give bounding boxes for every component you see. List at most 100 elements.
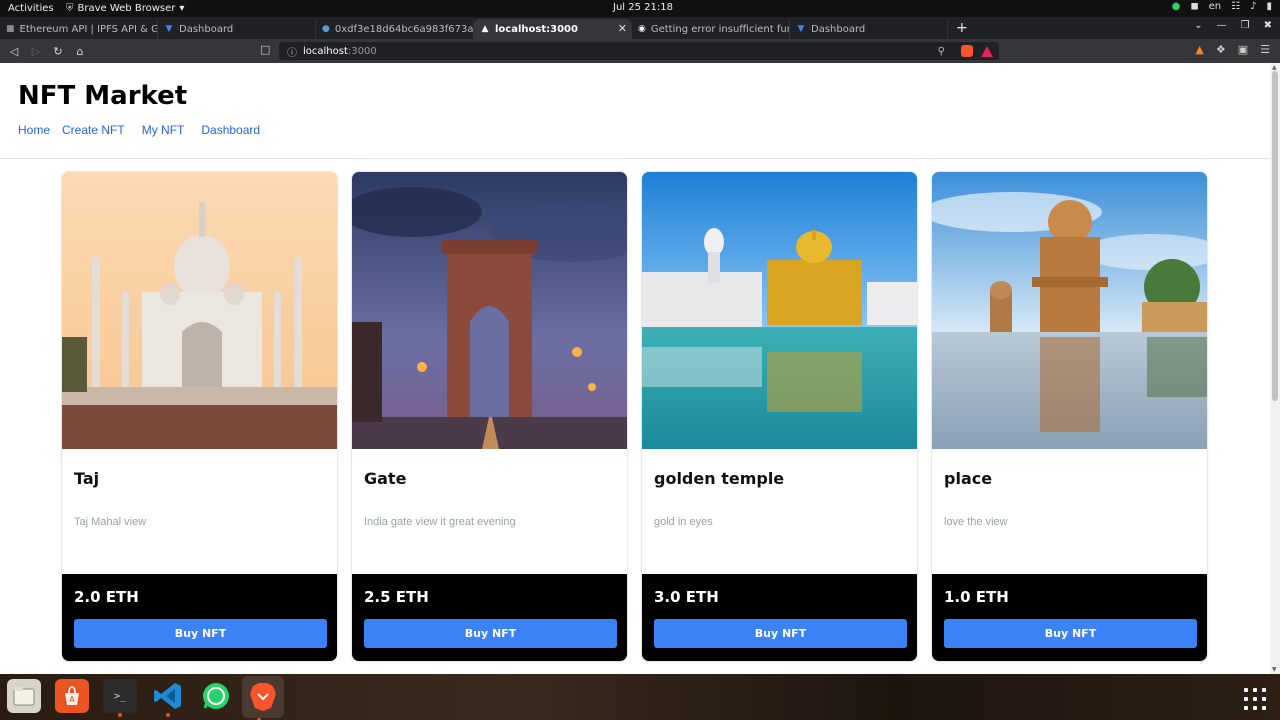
tab-label: localhost:3000 xyxy=(495,23,578,35)
site-info-icon[interactable]: ⓘ xyxy=(287,44,297,59)
files-app-icon[interactable] xyxy=(7,679,41,713)
nft-footer: 1.0 ETH Buy NFT xyxy=(932,574,1207,661)
nft-description: Taj Mahal view xyxy=(74,516,147,528)
nav-link-create-nft[interactable]: Create NFT xyxy=(62,123,125,137)
browser-tab[interactable]: ▼ Dashboard xyxy=(158,19,316,39)
metamask-icon[interactable]: ▲ xyxy=(1195,43,1203,56)
tab-label: Getting error insufficient fun xyxy=(650,23,790,35)
nft-name: Taj xyxy=(74,469,100,488)
network-icon[interactable]: ☷ xyxy=(1231,1,1240,12)
etherscan-favicon-icon: ● xyxy=(322,24,330,34)
ubuntu-dock: A >_ xyxy=(0,674,1280,720)
brave-browser-icon[interactable] xyxy=(242,676,284,720)
buy-nft-button[interactable]: Buy NFT xyxy=(364,619,617,648)
brave-lion-icon: ⛨ xyxy=(66,3,74,14)
nft-image-golden-temple xyxy=(642,172,917,449)
shield-tray-icon[interactable]: ◼ xyxy=(1190,1,1198,12)
whatsapp-icon[interactable] xyxy=(199,679,233,713)
nft-price: 3.0 ETH xyxy=(654,588,719,606)
scroll-up-arrow-icon[interactable]: ▲ xyxy=(1272,64,1277,71)
battery-icon[interactable]: ▮ xyxy=(1266,1,1272,12)
extensions-area: ▲ ❖ ▣ ☰ xyxy=(1195,43,1270,56)
nft-description: India gate view it great evening xyxy=(364,516,516,528)
site-title: NFT Market xyxy=(18,81,188,111)
running-indicator xyxy=(166,713,170,717)
nft-card: golden temple gold in eyes 3.0 ETH Buy N… xyxy=(641,171,918,662)
running-indicator xyxy=(118,713,122,717)
brave-rewards-icon[interactable] xyxy=(981,45,993,57)
nav-link-home[interactable]: Home xyxy=(18,123,50,137)
home-icon[interactable]: ⌂ xyxy=(69,45,91,58)
wallet-icon[interactable]: ▣ xyxy=(1238,43,1248,56)
nft-card: place love the view 1.0 ETH Buy NFT xyxy=(931,171,1208,662)
new-tab-button[interactable]: + xyxy=(956,17,968,39)
address-bar[interactable]: ⓘ localhost:3000 ⚲ xyxy=(279,42,999,60)
brave-shields-icon[interactable] xyxy=(961,45,973,57)
nft-card: Gate India gate view it great evening 2.… xyxy=(351,171,628,662)
terminal-icon[interactable]: >_ xyxy=(103,679,137,717)
page-favicon-icon: ■ xyxy=(6,24,15,34)
bookmark-icon[interactable]: □ xyxy=(260,43,270,56)
nft-name: golden temple xyxy=(654,469,785,488)
page-scrollbar[interactable]: ▲ ▼ xyxy=(1270,63,1280,674)
close-window-icon[interactable]: ✖ xyxy=(1264,20,1272,31)
restore-icon[interactable]: ❐ xyxy=(1241,20,1250,31)
tab-label: Ethereum API | IPFS API & Gat xyxy=(19,23,158,35)
nft-grid: Taj Taj Mahal view 2.0 ETH Buy NFT Gate … xyxy=(61,171,1208,662)
extensions-puzzle-icon[interactable]: ❖ xyxy=(1216,43,1226,56)
minimize-icon[interactable]: — xyxy=(1217,20,1227,31)
vscode-icon[interactable] xyxy=(151,679,185,717)
tab-label: 0xdf3e18d64bc6a983f673ab3 xyxy=(334,23,474,35)
reload-icon[interactable]: ↻ xyxy=(47,45,69,58)
close-tab-icon[interactable]: ✕ xyxy=(618,22,627,35)
nav-link-dashboard[interactable]: Dashboard xyxy=(201,123,260,137)
whatsapp-tray-icon[interactable]: ● xyxy=(1172,1,1181,12)
browser-tab[interactable]: ■ Ethereum API | IPFS API & Gat xyxy=(0,19,158,39)
dashboard-favicon-icon: ▼ xyxy=(165,24,173,34)
buy-nft-button[interactable]: Buy NFT xyxy=(74,619,327,648)
browser-tab-strip: ■ Ethereum API | IPFS API & Gat ▼ Dashbo… xyxy=(0,17,1280,39)
tab-label: Dashboard xyxy=(811,23,866,35)
zoom-icon[interactable]: ⚲ xyxy=(938,46,945,57)
site-header: NFT Market Home Create NFT My NFT Dashbo… xyxy=(0,63,1270,159)
browser-tab[interactable]: ● 0xdf3e18d64bc6a983f673ab3 xyxy=(316,19,474,39)
chevron-down-icon: ▾ xyxy=(179,3,185,14)
app-menu-label: Brave Web Browser xyxy=(77,3,176,14)
tab-list-chevron-icon[interactable]: ⌄ xyxy=(1194,20,1202,31)
nft-image-taj-mahal xyxy=(62,172,337,449)
scroll-down-arrow-icon[interactable]: ▼ xyxy=(1272,666,1277,673)
nft-info: place love the view xyxy=(932,449,1207,576)
browser-tab[interactable]: ▼ Dashboard xyxy=(790,19,948,39)
back-icon[interactable]: ◁ xyxy=(3,45,25,58)
activities-button[interactable]: Activities xyxy=(0,3,66,14)
system-tray[interactable]: ● ◼ en ☷ ♪ ▮ xyxy=(1172,1,1272,12)
tab-label: Dashboard xyxy=(179,23,234,35)
clock[interactable]: Jul 25 21:18 xyxy=(613,2,673,13)
site-nav: Home Create NFT My NFT Dashboard xyxy=(18,123,272,137)
dashboard-favicon-icon: ▼ xyxy=(797,24,805,34)
forward-icon[interactable]: ▷ xyxy=(25,45,47,58)
nft-info: golden temple gold in eyes xyxy=(642,449,917,576)
system-top-bar: Activities ⛨ Brave Web Browser ▾ Jul 25 … xyxy=(0,0,1280,17)
app-menu[interactable]: ⛨ Brave Web Browser ▾ xyxy=(66,3,184,14)
show-applications-icon[interactable] xyxy=(1244,688,1266,710)
browser-tab-active[interactable]: ▲ localhost:3000 ✕ xyxy=(474,19,632,39)
nft-price: 1.0 ETH xyxy=(944,588,1009,606)
window-controls: ⌄ — ❐ ✖ xyxy=(1194,20,1272,31)
nft-footer: 2.5 ETH Buy NFT xyxy=(352,574,627,661)
software-store-icon[interactable]: A xyxy=(55,679,89,713)
nft-info: Gate India gate view it great evening xyxy=(352,449,627,576)
language-indicator[interactable]: en xyxy=(1209,1,1222,12)
buy-nft-button[interactable]: Buy NFT xyxy=(944,619,1197,648)
svg-text:A: A xyxy=(69,695,75,704)
localhost-favicon-icon: ▲ xyxy=(481,24,489,34)
volume-icon[interactable]: ♪ xyxy=(1250,1,1256,12)
nft-description: gold in eyes xyxy=(654,516,713,528)
nav-link-my-nft[interactable]: My NFT xyxy=(142,123,185,137)
browser-tab[interactable]: ◉ Getting error insufficient fun xyxy=(632,19,790,39)
menu-icon[interactable]: ☰ xyxy=(1260,43,1270,56)
buy-nft-button[interactable]: Buy NFT xyxy=(654,619,907,648)
nft-price: 2.0 ETH xyxy=(74,588,139,606)
nft-footer: 3.0 ETH Buy NFT xyxy=(642,574,917,661)
scrollbar-thumb[interactable] xyxy=(1272,71,1278,401)
